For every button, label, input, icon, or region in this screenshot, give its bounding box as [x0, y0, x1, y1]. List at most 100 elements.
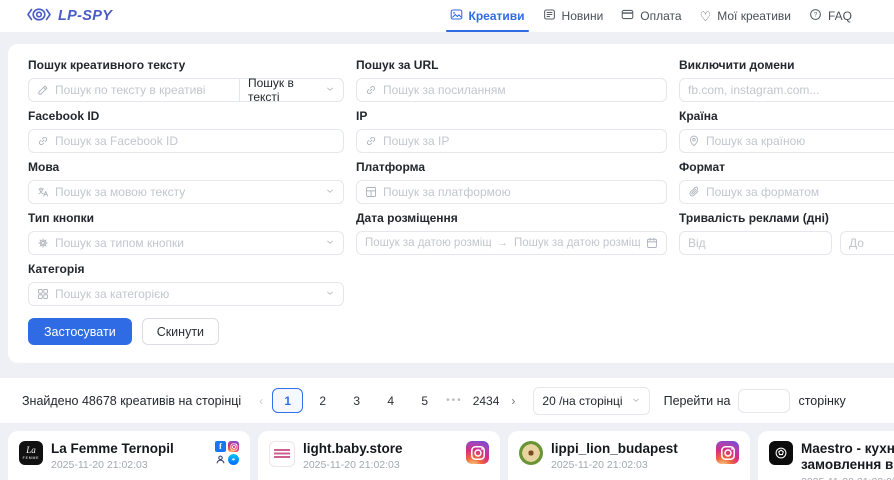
format-input[interactable] — [706, 185, 894, 199]
next-page-button[interactable]: › — [507, 394, 519, 408]
logo[interactable]: LP-SPY — [26, 6, 112, 27]
page-button-1[interactable]: 1 — [272, 388, 303, 413]
field-label: Тривалість реклами (дні) — [679, 211, 894, 225]
avatar — [269, 441, 295, 467]
field-country: Країна — [679, 109, 894, 153]
ip-input[interactable] — [383, 134, 658, 148]
category-select[interactable] — [28, 282, 344, 306]
calendar-icon — [646, 237, 658, 249]
category-input[interactable] — [55, 287, 319, 301]
field-facebook-id: Facebook ID — [28, 109, 344, 153]
tab-label: Креативи — [469, 9, 525, 23]
language-input[interactable] — [55, 185, 319, 199]
tab-my-creatives[interactable]: ♡ Мої креативи — [700, 0, 791, 32]
field-label: Країна — [679, 109, 894, 123]
duration-from-input[interactable] — [688, 236, 823, 250]
field-label: Дата розміщення — [356, 211, 667, 225]
field-label: Тип кнопки — [28, 211, 344, 225]
paperclip-icon — [688, 186, 700, 198]
duration-to-input[interactable] — [849, 236, 894, 250]
field-label: Формат — [679, 160, 894, 174]
avatar — [769, 441, 793, 465]
field-button-type: Тип кнопки — [28, 211, 344, 255]
platform-input[interactable] — [383, 185, 658, 199]
apply-button[interactable]: Застосувати — [28, 318, 132, 345]
chevron-down-icon — [631, 394, 641, 408]
card-title: Maestro - кухні, меблі на замовлення в У… — [801, 441, 894, 473]
image-icon — [450, 8, 463, 24]
instagram-icon — [466, 441, 489, 464]
gear-icon — [37, 237, 49, 249]
platform-icon — [365, 186, 377, 198]
button-type-input[interactable] — [55, 236, 319, 250]
svg-text:?: ? — [814, 12, 818, 19]
goto-page: Перейти на сторінку — [664, 389, 846, 413]
tab-label: FAQ — [828, 9, 852, 23]
text-search-mode-select[interactable]: Пошук в тексті — [240, 78, 344, 102]
button-type-select[interactable] — [28, 231, 344, 255]
per-page-value: 20 /на сторінці — [542, 394, 622, 408]
field-url: Пошук за URL — [356, 58, 667, 102]
page-button-2[interactable]: 2 — [308, 389, 337, 412]
field-label: Facebook ID — [28, 109, 344, 123]
page-button-5[interactable]: 5 — [410, 389, 439, 412]
date-range-picker[interactable]: → — [356, 231, 667, 255]
tab-label: Мої креативи — [717, 9, 791, 23]
avatar — [519, 441, 543, 465]
creative-card[interactable]: Maestro - кухні, меблі на замовлення в У… — [758, 431, 894, 480]
tab-payment[interactable]: Оплата — [621, 0, 681, 32]
tab-creatives[interactable]: Креативи — [450, 0, 525, 32]
date-from-input[interactable] — [365, 237, 491, 249]
page-button-last[interactable]: 2434 — [470, 389, 503, 412]
field-label: IP — [356, 109, 667, 123]
tab-label: Оплата — [640, 9, 681, 23]
tab-faq[interactable]: ? FAQ — [809, 0, 852, 32]
prev-page-button[interactable]: ‹ — [255, 394, 267, 408]
payment-icon — [621, 8, 634, 24]
instagram-icon — [228, 441, 239, 452]
avatar: LaFEMME — [19, 441, 43, 465]
country-input[interactable] — [706, 134, 894, 148]
pin-icon — [688, 135, 700, 147]
url-input[interactable] — [383, 83, 658, 97]
chevron-down-icon — [325, 83, 335, 97]
field-exclude-domains: Виключити домени — [679, 58, 894, 102]
eye-logo-icon — [26, 6, 52, 27]
field-duration: Тривалість реклами (дні) — [679, 211, 894, 255]
creatives-grid: LaFEMME La Femme Ternopil 2025-11-20 21:… — [8, 431, 894, 480]
language-select[interactable] — [28, 180, 344, 204]
goto-label: Перейти на — [664, 394, 731, 408]
exclude-domains-input[interactable] — [688, 83, 894, 97]
mode-value: Пошук в тексті — [248, 76, 325, 104]
creative-card[interactable]: LaFEMME La Femme Ternopil 2025-11-20 21:… — [8, 431, 250, 480]
arrow-right-icon: → — [497, 237, 508, 249]
pager-ellipsis[interactable]: ••• — [444, 395, 465, 406]
format-select[interactable] — [679, 180, 894, 204]
page: LP-SPY Креативи Новини Оплата — [0, 0, 894, 480]
translate-icon — [37, 186, 49, 198]
platform-select[interactable] — [356, 180, 667, 204]
header: LP-SPY Креативи Новини Оплата — [0, 0, 894, 32]
card-title: light.baby.store — [303, 441, 458, 456]
field-platform: Платформа — [356, 160, 667, 204]
creative-card[interactable]: light.baby.store 2025-11-20 21:02:03 3 d… — [258, 431, 500, 480]
main-nav: Креативи Новини Оплата ♡ Мої креативи — [450, 0, 852, 32]
tab-news[interactable]: Новини — [543, 0, 604, 32]
creative-card[interactable]: lippi_lion_budapest 2025-11-20 21:02:03 … — [508, 431, 750, 480]
page-button-3[interactable]: 3 — [342, 389, 371, 412]
reset-button[interactable]: Скинути — [142, 318, 219, 345]
field-label: Мова — [28, 160, 344, 174]
date-to-input[interactable] — [514, 237, 640, 249]
creative-text-input[interactable] — [55, 83, 231, 97]
per-page-select[interactable]: 20 /на сторінці — [533, 387, 649, 415]
platform-icons: f — [215, 441, 239, 465]
facebook-id-input[interactable] — [55, 134, 335, 148]
link-icon — [365, 84, 377, 96]
field-category: Категорія — [28, 262, 344, 306]
page-button-4[interactable]: 4 — [376, 389, 405, 412]
field-format: Формат — [679, 160, 894, 204]
pager: ‹ 1 2 3 4 5 ••• 2434 › — [255, 388, 519, 413]
chevron-down-icon — [325, 285, 335, 303]
goto-page-input[interactable] — [738, 389, 790, 413]
field-label: Платформа — [356, 160, 667, 174]
